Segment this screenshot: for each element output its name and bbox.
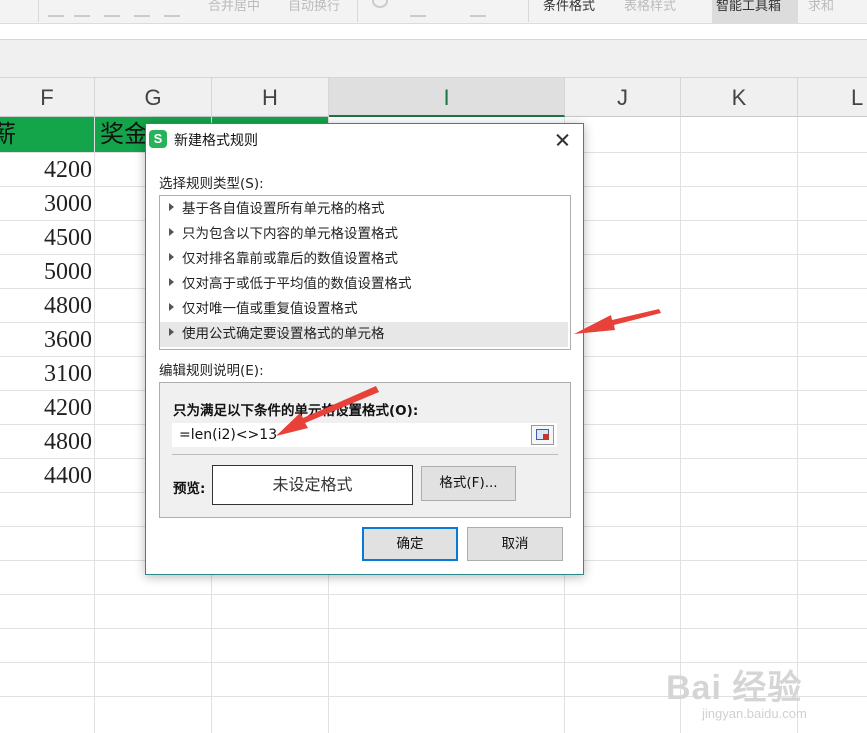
ribbon-strip: 合并居中 自动换行 条件格式 表格样式 智能工具箱 求和 — [0, 0, 867, 24]
baidu-watermark-url: jingyan.baidu.com — [702, 706, 807, 721]
column-header-f[interactable]: F — [0, 78, 95, 117]
align-icon[interactable] — [134, 3, 150, 17]
rule-type-item-selected[interactable]: 使用公式确定要设置格式的单元格 — [160, 322, 568, 347]
header-cell-bonus[interactable]: 奖金 — [100, 117, 148, 152]
gridline — [94, 117, 95, 733]
ribbon-divider — [38, 0, 39, 22]
column-header-j[interactable]: J — [565, 78, 681, 117]
ribbon-divider — [528, 0, 529, 22]
cancel-button[interactable]: 取消 — [467, 527, 563, 561]
rule-type-item[interactable]: 仅对唯一值或重复值设置格式 — [160, 297, 568, 322]
dialog-title: 新建格式规则 — [174, 133, 258, 149]
align-icon[interactable] — [104, 3, 120, 17]
rule-type-item[interactable]: 仅对排名靠前或靠后的数值设置格式 — [160, 247, 568, 272]
format-button[interactable]: 格式(F)... — [421, 466, 516, 501]
salary-cell[interactable]: 3100 — [0, 357, 92, 391]
sum-button[interactable]: 求和 — [808, 0, 834, 14]
align-icon[interactable] — [74, 3, 90, 17]
salary-cell[interactable]: 4400 — [0, 459, 92, 493]
baidu-watermark-logo: Bai 经验 — [666, 669, 803, 707]
salary-cell[interactable]: 4200 — [0, 153, 92, 187]
new-format-rule-dialog: S 新建格式规则 选择规则类型(S): 基于各自值设置所有单元格的格式 只为包含… — [145, 123, 584, 575]
align-icon[interactable] — [164, 3, 180, 17]
salary-cell[interactable]: 4800 — [0, 425, 92, 459]
smart-toolbox-button[interactable]: 智能工具箱 — [716, 0, 781, 14]
salary-cell[interactable]: 5000 — [0, 255, 92, 289]
formula-input[interactable]: =len(i2)<>13 — [172, 423, 557, 447]
column-header-h[interactable]: H — [212, 78, 329, 117]
rule-type-list[interactable]: 基于各自值设置所有单元格的格式 只为包含以下内容的单元格设置格式 仅对排名靠前或… — [159, 195, 571, 350]
gridline — [0, 594, 867, 595]
gridline — [0, 628, 867, 629]
triangle-right-icon — [169, 228, 174, 236]
align-icon[interactable] — [48, 3, 64, 17]
salary-cell[interactable]: 4500 — [0, 221, 92, 255]
triangle-right-icon — [169, 253, 174, 261]
triangle-right-icon — [169, 303, 174, 311]
range-picker-icon[interactable] — [531, 425, 554, 445]
wrap-text-button[interactable]: 自动换行 — [288, 0, 340, 14]
triangle-right-icon — [169, 278, 174, 286]
salary-cell[interactable]: 4200 — [0, 391, 92, 425]
rule-type-label: 选择规则类型(S): — [159, 176, 264, 192]
decimal-icon[interactable] — [470, 3, 486, 17]
input-underline — [172, 454, 558, 455]
dialog-title-bar[interactable]: S 新建格式规则 — [146, 124, 583, 156]
rule-type-item[interactable]: 仅对高于或低于平均值的数值设置格式 — [160, 272, 568, 297]
rule-type-item[interactable]: 只为包含以下内容的单元格设置格式 — [160, 222, 568, 247]
wps-app-icon: S — [149, 130, 167, 148]
number-format-icon[interactable] — [372, 0, 388, 8]
percent-icon[interactable] — [410, 3, 426, 17]
conditional-format-button[interactable]: 条件格式 — [543, 0, 595, 14]
column-header-g[interactable]: G — [95, 78, 212, 117]
gridline — [680, 117, 681, 733]
triangle-right-icon — [169, 328, 174, 336]
column-header-l[interactable]: L — [798, 78, 867, 117]
formula-bar[interactable] — [0, 24, 867, 40]
edit-rule-label: 编辑规则说明(E): — [159, 363, 264, 379]
header-cell-salary[interactable]: 薪 — [0, 117, 16, 152]
triangle-right-icon — [169, 203, 174, 211]
rule-description-panel: 只为满足以下条件的单元格设置格式(O): =len(i2)<>13 预览: 未设… — [159, 382, 571, 518]
close-icon[interactable] — [551, 128, 575, 152]
preview-box: 未设定格式 — [212, 465, 413, 505]
column-header-i[interactable]: I — [329, 78, 565, 117]
ribbon-divider — [357, 0, 358, 22]
ok-button[interactable]: 确定 — [362, 527, 458, 561]
gridline — [797, 117, 798, 733]
condition-label: 只为满足以下条件的单元格设置格式(O): — [173, 403, 419, 419]
salary-cell[interactable]: 3600 — [0, 323, 92, 357]
merge-center-button[interactable]: 合并居中 — [208, 0, 260, 14]
salary-cell[interactable]: 4800 — [0, 289, 92, 323]
rule-type-item[interactable]: 基于各自值设置所有单元格的格式 — [160, 197, 568, 222]
table-style-button[interactable]: 表格样式 — [624, 0, 676, 14]
sheet-toolbar-area — [0, 40, 867, 78]
column-header-k[interactable]: K — [681, 78, 798, 117]
salary-cell[interactable]: 3000 — [0, 187, 92, 221]
preview-label: 预览: — [173, 481, 206, 497]
